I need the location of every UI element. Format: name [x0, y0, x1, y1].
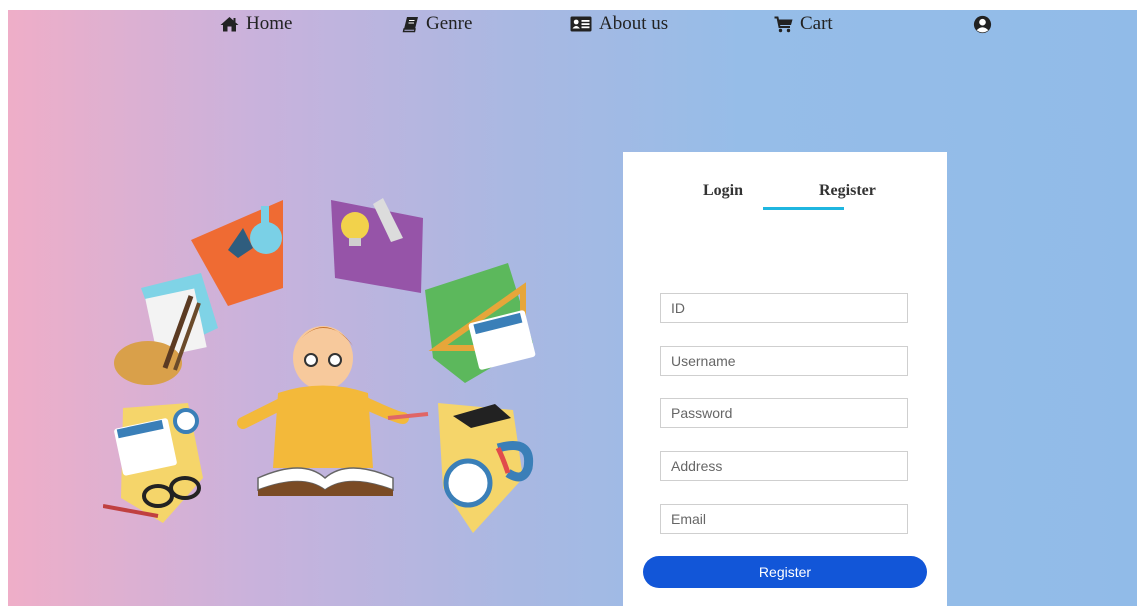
id-input[interactable] — [660, 293, 908, 323]
book-icon — [402, 16, 419, 33]
nav-cart-label: Cart — [800, 13, 833, 34]
username-input[interactable] — [660, 346, 908, 376]
id-card-icon — [570, 16, 592, 32]
home-icon — [220, 16, 239, 32]
user-circle-icon — [973, 15, 992, 34]
address-input[interactable] — [660, 451, 908, 481]
email-input[interactable] — [660, 504, 908, 534]
account-button[interactable] — [973, 12, 992, 36]
top-nav: Home Genre About us Cart — [8, 10, 1137, 66]
cart-icon — [774, 16, 793, 33]
nav-about-label: About us — [599, 13, 669, 34]
education-illustration — [102, 178, 553, 548]
nav-genre[interactable]: Genre — [402, 12, 472, 36]
register-button[interactable]: Register — [643, 556, 927, 588]
tab-login[interactable]: Login — [703, 182, 743, 200]
auth-tabs: Login Register — [623, 182, 947, 222]
nav-cart[interactable]: Cart — [774, 12, 833, 36]
nav-about-us[interactable]: About us — [570, 12, 668, 36]
tab-register[interactable]: Register — [819, 182, 876, 200]
nav-home[interactable]: Home — [220, 12, 292, 36]
page: Home Genre About us Cart Login Register … — [8, 10, 1137, 606]
nav-home-label: Home — [246, 13, 293, 34]
active-tab-indicator — [763, 207, 844, 210]
password-input[interactable] — [660, 398, 908, 428]
auth-card: Login Register Register — [623, 152, 947, 606]
nav-genre-label: Genre — [426, 13, 473, 34]
